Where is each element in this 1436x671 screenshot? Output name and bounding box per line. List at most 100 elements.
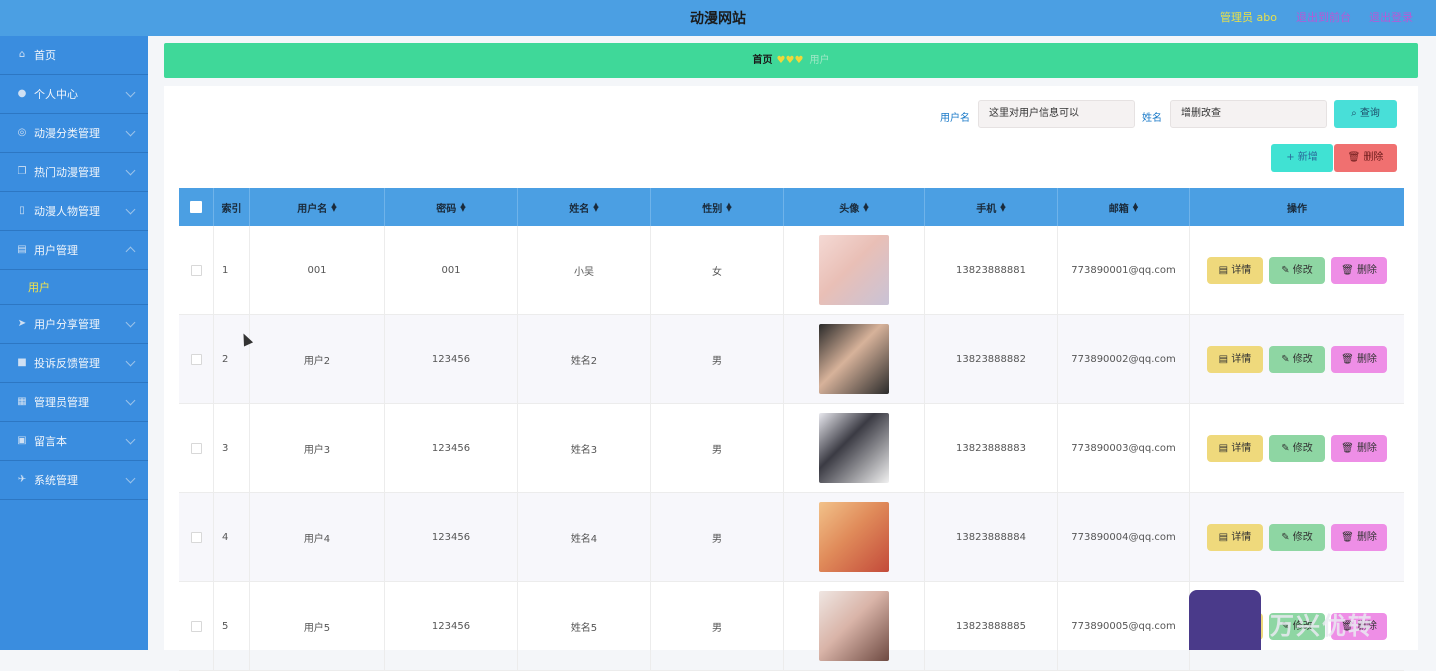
sidebar-item-user-management[interactable]: ▤ 用户管理 [0,231,148,270]
breadcrumb-home[interactable]: 首页 [753,55,773,66]
cell-name: 小吴 [518,226,651,314]
cell-email: 773890003@qq.com [1058,404,1190,492]
table-row: 3 用户3 123456 姓名3 男 13823888883 773890003@qq.co… [179,404,1404,493]
header-username[interactable]: 用户名 ▲ ▼ [250,188,385,226]
cell-password: 123456 [385,493,518,581]
sidebar-item-personal[interactable]: ● 个人中心 [0,75,148,114]
detail-button[interactable]: ▤ 详情 [1207,523,1263,551]
home-icon: ⌂ [18,49,26,60]
heart-icon: ♥♥♥ [776,55,804,66]
box-icon: ■ [17,357,27,368]
edit-icon: ✎ [1281,531,1293,543]
avatar [819,324,889,394]
edit-button[interactable]: ✎ 修改 [1269,434,1325,462]
row-actions: ▤ 详情✎ 修改🗑 删除 [1207,256,1387,284]
cell-phone: 13823888883 [925,404,1058,492]
username-search-input[interactable]: 这里对用户信息可以 [978,100,1135,128]
header-phone[interactable]: 手机 ▲ ▼ [925,188,1058,226]
sidebar-item-guestbook[interactable]: ▣ 留言本 [0,422,148,461]
cell-name: 姓名2 [518,315,651,403]
header-label: 邮箱 [1108,203,1129,215]
cell-name: 姓名5 [518,582,651,670]
cell-username: 用户2 [250,315,385,403]
cell-index: 4 [214,493,250,581]
header-name[interactable]: 姓名 ▲ ▼ [518,188,651,226]
row-checkbox[interactable] [190,353,202,365]
sidebar-item-admins[interactable]: ▦ 管理员管理 [0,383,148,422]
sidebar-item-label: 管理员管理 [34,396,89,409]
breadcrumb-current: 用户 [809,55,830,66]
sidebar-item-label: 系统管理 [34,474,78,487]
trash-icon: 🗑 [1341,353,1357,365]
detail-button[interactable]: ▤ 详情 [1207,434,1263,462]
header-gender[interactable]: 性别 ▲ ▼ [651,188,784,226]
avatar [819,502,889,572]
sidebar-item-anime-characters[interactable]: ▯ 动漫人物管理 [0,192,148,231]
edit-icon: ✎ [1281,264,1293,276]
edit-label: 修改 [1292,442,1313,454]
logout-link[interactable]: 退出登录 [1369,9,1413,25]
sidebar-item-home[interactable]: ⌂ 首页 [0,36,148,75]
select-all-cell [179,188,214,226]
cell-actions: ▤ 详情✎ 修改🗑 删除 [1190,493,1404,581]
sidebar-item-complaints[interactable]: ■ 投诉反馈管理 [0,344,148,383]
cell-username: 001 [250,226,385,314]
plane-icon: ✈ [17,474,27,485]
sidebar-item-label: 热门动漫管理 [34,166,100,179]
sidebar-item-label: 投诉反馈管理 [34,357,100,370]
detail-icon: ▤ [1218,531,1232,543]
sidebar-subitem-users[interactable]: 用户 [0,270,148,305]
delete-button[interactable]: 🗑 删除 [1331,434,1387,462]
bulk-delete-button[interactable]: 🗑 删除 [1334,144,1397,172]
cell-phone: 13823888885 [925,582,1058,670]
edit-button[interactable]: ✎ 修改 [1269,523,1325,551]
chevron-up-icon [125,246,136,257]
delete-button[interactable]: 🗑 删除 [1331,256,1387,284]
cell-username: 用户5 [250,582,385,670]
detail-button[interactable]: ▤ 详情 [1207,345,1263,373]
cell-actions: ▤ 详情✎ 修改🗑 删除 [1190,226,1404,314]
sidebar-item-label: 用户分享管理 [34,318,100,331]
header-email[interactable]: 邮箱 ▲ ▼ [1058,188,1190,226]
query-button[interactable]: ⌕ 查询 [1334,100,1397,128]
sort-icon: ▲ ▼ [726,201,732,213]
copy-icon: ❐ [17,166,27,177]
cell-index: 3 [214,404,250,492]
row-checkbox[interactable] [190,531,202,543]
delete-label: 删除 [1356,353,1377,365]
trash-icon: 🗑 [1341,531,1357,543]
sort-icon: ▲ ▼ [593,201,599,213]
cell-avatar [784,404,925,492]
cell-email: 773890005@qq.com [1058,582,1190,670]
header-label: 密码 [436,203,457,215]
cell-index: 2 [214,315,250,403]
detail-button[interactable]: ▤ 详情 [1207,256,1263,284]
header-label: 手机 [976,203,997,215]
cell-username: 用户3 [250,404,385,492]
edit-label: 修改 [1292,531,1313,543]
row-checkbox[interactable] [190,620,202,632]
header-avatar[interactable]: 头像 ▲ ▼ [784,188,925,226]
sidebar-item-system[interactable]: ✈ 系统管理 [0,461,148,500]
row-checkbox[interactable] [190,264,202,276]
add-button[interactable]: + 新增 [1271,144,1333,172]
edit-button[interactable]: ✎ 修改 [1269,256,1325,284]
delete-button[interactable]: 🗑 删除 [1331,523,1387,551]
delete-button[interactable]: 🗑 删除 [1331,345,1387,373]
cell-actions: ▤ 详情✎ 修改🗑 删除 [1190,404,1404,492]
sidebar-item-anime-category[interactable]: ◎ 动漫分类管理 [0,114,148,153]
name-search-input[interactable]: 增删改查 [1170,100,1327,128]
sort-icon: ▲ ▼ [460,201,466,213]
edit-button[interactable]: ✎ 修改 [1269,345,1325,373]
exit-to-front-link[interactable]: 退出到前台 [1296,9,1351,25]
table-row: 1 001 001 小吴女 13823888881 773890001@qq.com ▤ 详… [179,226,1404,315]
select-all-checkbox[interactable] [190,201,202,213]
globe-icon: ◎ [17,127,27,138]
top-bar: 动漫网站 管理员 abo 退出到前台 退出登录 [0,0,1436,36]
sidebar-item-user-share[interactable]: ➤ 用户分享管理 [0,305,148,344]
sidebar-item-hot-anime[interactable]: ❐ 热门动漫管理 [0,153,148,192]
header-password[interactable]: 密码 ▲ ▼ [385,188,518,226]
header-label: 性别 [702,203,723,215]
chevron-down-icon [125,395,136,406]
row-checkbox[interactable] [190,442,202,454]
